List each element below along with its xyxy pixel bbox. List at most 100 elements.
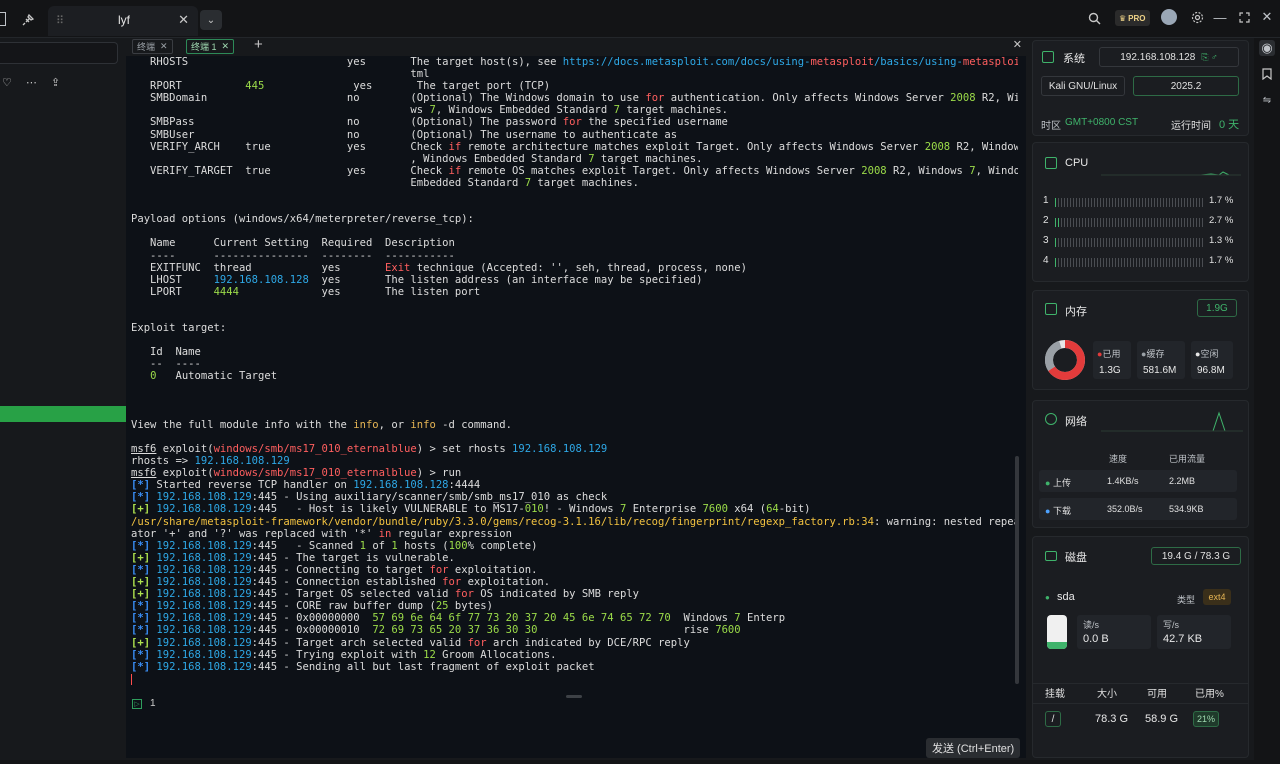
terminal-segment: regular expression (391, 527, 513, 540)
minimize-icon[interactable]: — (1212, 9, 1228, 25)
search-icon[interactable] (1086, 10, 1102, 26)
memory-cache-value: 581.6M (1143, 365, 1177, 376)
cpu-core-bar-fill (1055, 198, 1058, 207)
close-panel-icon[interactable]: ✕ (1013, 38, 1022, 51)
memory-used-value: 1.3G (1099, 365, 1121, 376)
terminal-line: EXITFUNC thread yes Exit technique (Acce… (131, 262, 1018, 274)
cpu-icon (1045, 157, 1057, 169)
command-input[interactable]: 1 (150, 698, 156, 709)
terminal-segment: yes The target port (TCP) (264, 80, 551, 93)
close-icon[interactable]: ✕ (160, 41, 168, 52)
terminal-segment: OS indicated by SMB reply (473, 588, 640, 601)
add-tab-icon[interactable]: + (254, 36, 263, 53)
drag-handle-icon[interactable]: ⠿ (56, 14, 64, 27)
resize-handle[interactable] (566, 695, 582, 698)
close-tab-icon[interactable]: ✕ (178, 12, 189, 28)
terminal-segment: Started reverse TCP handler on (150, 479, 354, 492)
terminal-segment: -- ---- (131, 358, 201, 371)
left-panel-input[interactable] (0, 42, 118, 64)
terminal-segment: 192.168.108.129 (156, 624, 252, 637)
cpu-sparkline (1101, 171, 1241, 176)
ip-value: 192.168.108.128 (1120, 51, 1196, 63)
expand-icon[interactable]: ▷ (132, 698, 142, 709)
terminal-segment: for (429, 563, 449, 576)
terminal-line: [*] 192.168.108.129:445 - Trying exploit… (131, 649, 1018, 661)
tab-dropdown-button[interactable]: ⌄ (200, 10, 222, 30)
cpu-core-bar-fill (1055, 238, 1058, 247)
close-icon[interactable]: ✕ (222, 41, 230, 52)
sidebar-toggle-icon[interactable] (0, 12, 6, 26)
terminal-output[interactable]: RHOSTS yes The target host(s), see https… (131, 56, 1018, 696)
terminal-segment: 192.168.108.129 (156, 636, 252, 649)
terminal-tab-label: 终端 1 (191, 42, 217, 52)
terminal-segment: [*] (131, 660, 151, 673)
copy-icon[interactable]: ⎘ ♂ (1201, 52, 1217, 63)
terminal-segment: 445 (245, 80, 265, 93)
terminal-segment: 192.168.108.129 (194, 455, 290, 468)
memory-free-value: 96.8M (1197, 365, 1225, 376)
terminal-segment: info (353, 418, 379, 431)
terminal-line: LHOST 192.168.108.128 yes The listen add… (131, 274, 1018, 286)
cpu-core-bar (1055, 258, 1205, 267)
avatar[interactable] (1161, 9, 1177, 25)
monitor-icon[interactable]: ◉ (1259, 40, 1275, 56)
terminal-line: Embedded Standard 7 target machines. (131, 177, 1018, 189)
terminal-segment: 192.168.108.129 (156, 491, 252, 504)
system-card: 系统 192.168.108.128 ⎘ ♂ Kali GNU/Linux 20… (1032, 40, 1249, 136)
terminal-line: VERIFY_ARCH true yes Check if remote arc… (131, 141, 1018, 153)
terminal-tab-1[interactable]: 终端 1 ✕ (186, 39, 235, 54)
terminal-segment: exploitation. (448, 563, 538, 576)
terminal-segment: Payload options (windows/x64/meterpreter… (131, 213, 474, 226)
download-label: 下载 (1052, 506, 1071, 516)
download-speed: 352.0B/s (1107, 504, 1143, 514)
terminal-line: SMBUser no (Optional) The username to au… (131, 129, 1018, 141)
terminal-segment: :445 - CORE raw buffer dump ( (251, 600, 436, 613)
transfer-icon[interactable]: ⇋ (1259, 92, 1275, 108)
upload-icon[interactable]: ⇪ (51, 76, 60, 89)
terminal-scrollbar[interactable] (1015, 456, 1019, 684)
terminal-segment: :445 - 0x00000010 (251, 624, 373, 637)
send-button[interactable]: 发送 (Ctrl+Enter) (926, 738, 1021, 758)
settings-icon[interactable] (1189, 9, 1205, 25)
command-input-row[interactable]: ▷ 1 (132, 698, 156, 709)
memory-icon (1045, 303, 1057, 315)
close-window-icon[interactable]: ✕ (1259, 9, 1275, 25)
maximize-icon[interactable] (1236, 9, 1252, 25)
more-icon[interactable]: ⋯ (26, 76, 37, 89)
cpu-core-bar-fill (1055, 258, 1058, 267)
terminal-line: [*] 192.168.108.129:445 - Connecting to … (131, 564, 1018, 576)
terminal-line: Id Name (131, 346, 1018, 358)
ip-pill[interactable]: 192.168.108.128 ⎘ ♂ (1099, 47, 1239, 67)
terminal-segment: target machines. (531, 176, 639, 189)
network-title: 网络 (1065, 416, 1087, 428)
terminal-line: Name Current Setting Required Descriptio… (131, 237, 1018, 249)
bookmark-icon[interactable] (1259, 66, 1275, 82)
disk-read-label: 读/s (1083, 620, 1100, 630)
pin-icon[interactable] (18, 10, 38, 30)
terminal-segment: , Windows Embedded Standard (435, 104, 614, 117)
terminal-segment: 4444 (213, 285, 239, 298)
pro-badge[interactable]: ♛ PRO (1115, 10, 1150, 26)
terminal-line: ---- --------------- -------- ----------… (131, 250, 1018, 262)
selected-item-highlight[interactable] (0, 406, 126, 422)
terminal-segment: if (448, 140, 462, 153)
uptime-label: 运行时间 (1171, 121, 1211, 132)
network-card: 网络 速度 已用流量 ● 上传 1.4KB/s 2.2MB ● 下载 352.0… (1032, 400, 1249, 528)
upload-row: ● 上传 1.4KB/s 2.2MB (1039, 470, 1237, 492)
session-tab[interactable]: ⠿ lyf ✕ (48, 6, 198, 36)
memory-title: 内存 (1065, 306, 1087, 318)
disk-usedpct-badge: 21% (1193, 711, 1219, 727)
terminal-segment: authentication. Only affects Windows Ser… (664, 92, 951, 105)
memory-used-box: ●已用 1.3G (1093, 341, 1131, 379)
heart-icon[interactable]: ♡ (2, 76, 12, 89)
cpu-core-value: 1.7 % (1209, 195, 1234, 206)
terminal-line: /usr/share/metasploit-framework/vendor/b… (131, 516, 1018, 528)
terminal-tab-0[interactable]: 终端 ✕ (132, 39, 173, 54)
traffic-header: 已用流量 (1169, 454, 1206, 464)
